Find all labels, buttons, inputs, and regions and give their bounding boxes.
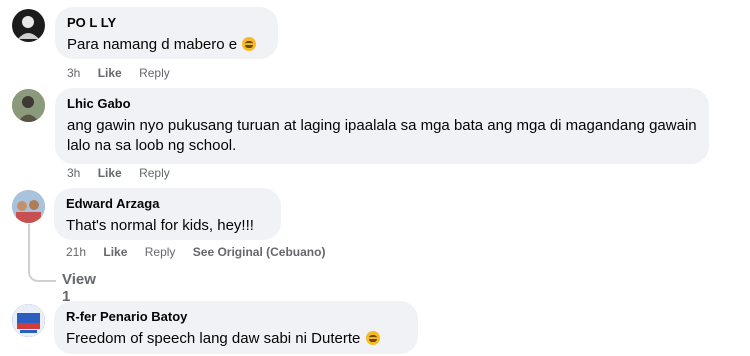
avatar[interactable] (12, 89, 45, 122)
like-button[interactable]: Like (98, 166, 122, 180)
comment-author[interactable]: Lhic Gabo (67, 95, 697, 112)
comment-bubble: R-fer Penario Batoy Freedom of speech la… (54, 301, 418, 354)
like-button[interactable]: Like (98, 66, 122, 80)
comment-bubble: Edward Arzaga That's normal for kids, he… (54, 188, 281, 240)
see-original-link[interactable]: See Original (Cebuano) (193, 245, 326, 259)
laughing-rolling-emoji-icon (242, 37, 257, 51)
comment-text: Freedom of speech lang daw sabi ni Duter… (66, 329, 406, 349)
comment-text: That's normal for kids, hey!!! (66, 217, 254, 234)
comment-author[interactable]: R-fer Penario Batoy (66, 308, 406, 325)
like-button[interactable]: Like (103, 245, 127, 259)
timestamp[interactable]: 3h (67, 66, 80, 80)
profile-photo-icon (12, 190, 45, 223)
comment-text: ang gawin nyo pukusang turuan at laging … (67, 117, 697, 154)
comment-bubble: PO L LY Para namang d mabero e (55, 7, 278, 59)
comment-author[interactable]: PO L LY (67, 14, 266, 31)
comment-text: Para namang d mabero e (67, 35, 266, 55)
reply-thread-line (28, 224, 56, 282)
comment-bubble: Lhic Gabo ang gawin nyo pukusang turuan … (55, 88, 709, 164)
profile-photo-icon (12, 89, 45, 122)
comment-actions: 3h Like Reply (67, 166, 184, 180)
comment-author[interactable]: Edward Arzaga (66, 195, 269, 212)
profile-photo-icon (18, 16, 39, 39)
avatar[interactable] (12, 304, 45, 337)
comment-actions: 3h Like Reply (67, 66, 184, 80)
reply-button[interactable]: Reply (139, 166, 170, 180)
laughing-rolling-emoji-icon (365, 331, 380, 345)
timestamp[interactable]: 21h (66, 245, 86, 259)
reply-button[interactable]: Reply (145, 245, 176, 259)
comment-actions: 21h Like Reply See Original (Cebuano) (66, 245, 339, 259)
avatar[interactable] (12, 190, 45, 223)
profile-photo-icon (12, 304, 45, 337)
timestamp[interactable]: 3h (67, 166, 80, 180)
reply-button[interactable]: Reply (139, 66, 170, 80)
avatar[interactable] (12, 9, 45, 42)
